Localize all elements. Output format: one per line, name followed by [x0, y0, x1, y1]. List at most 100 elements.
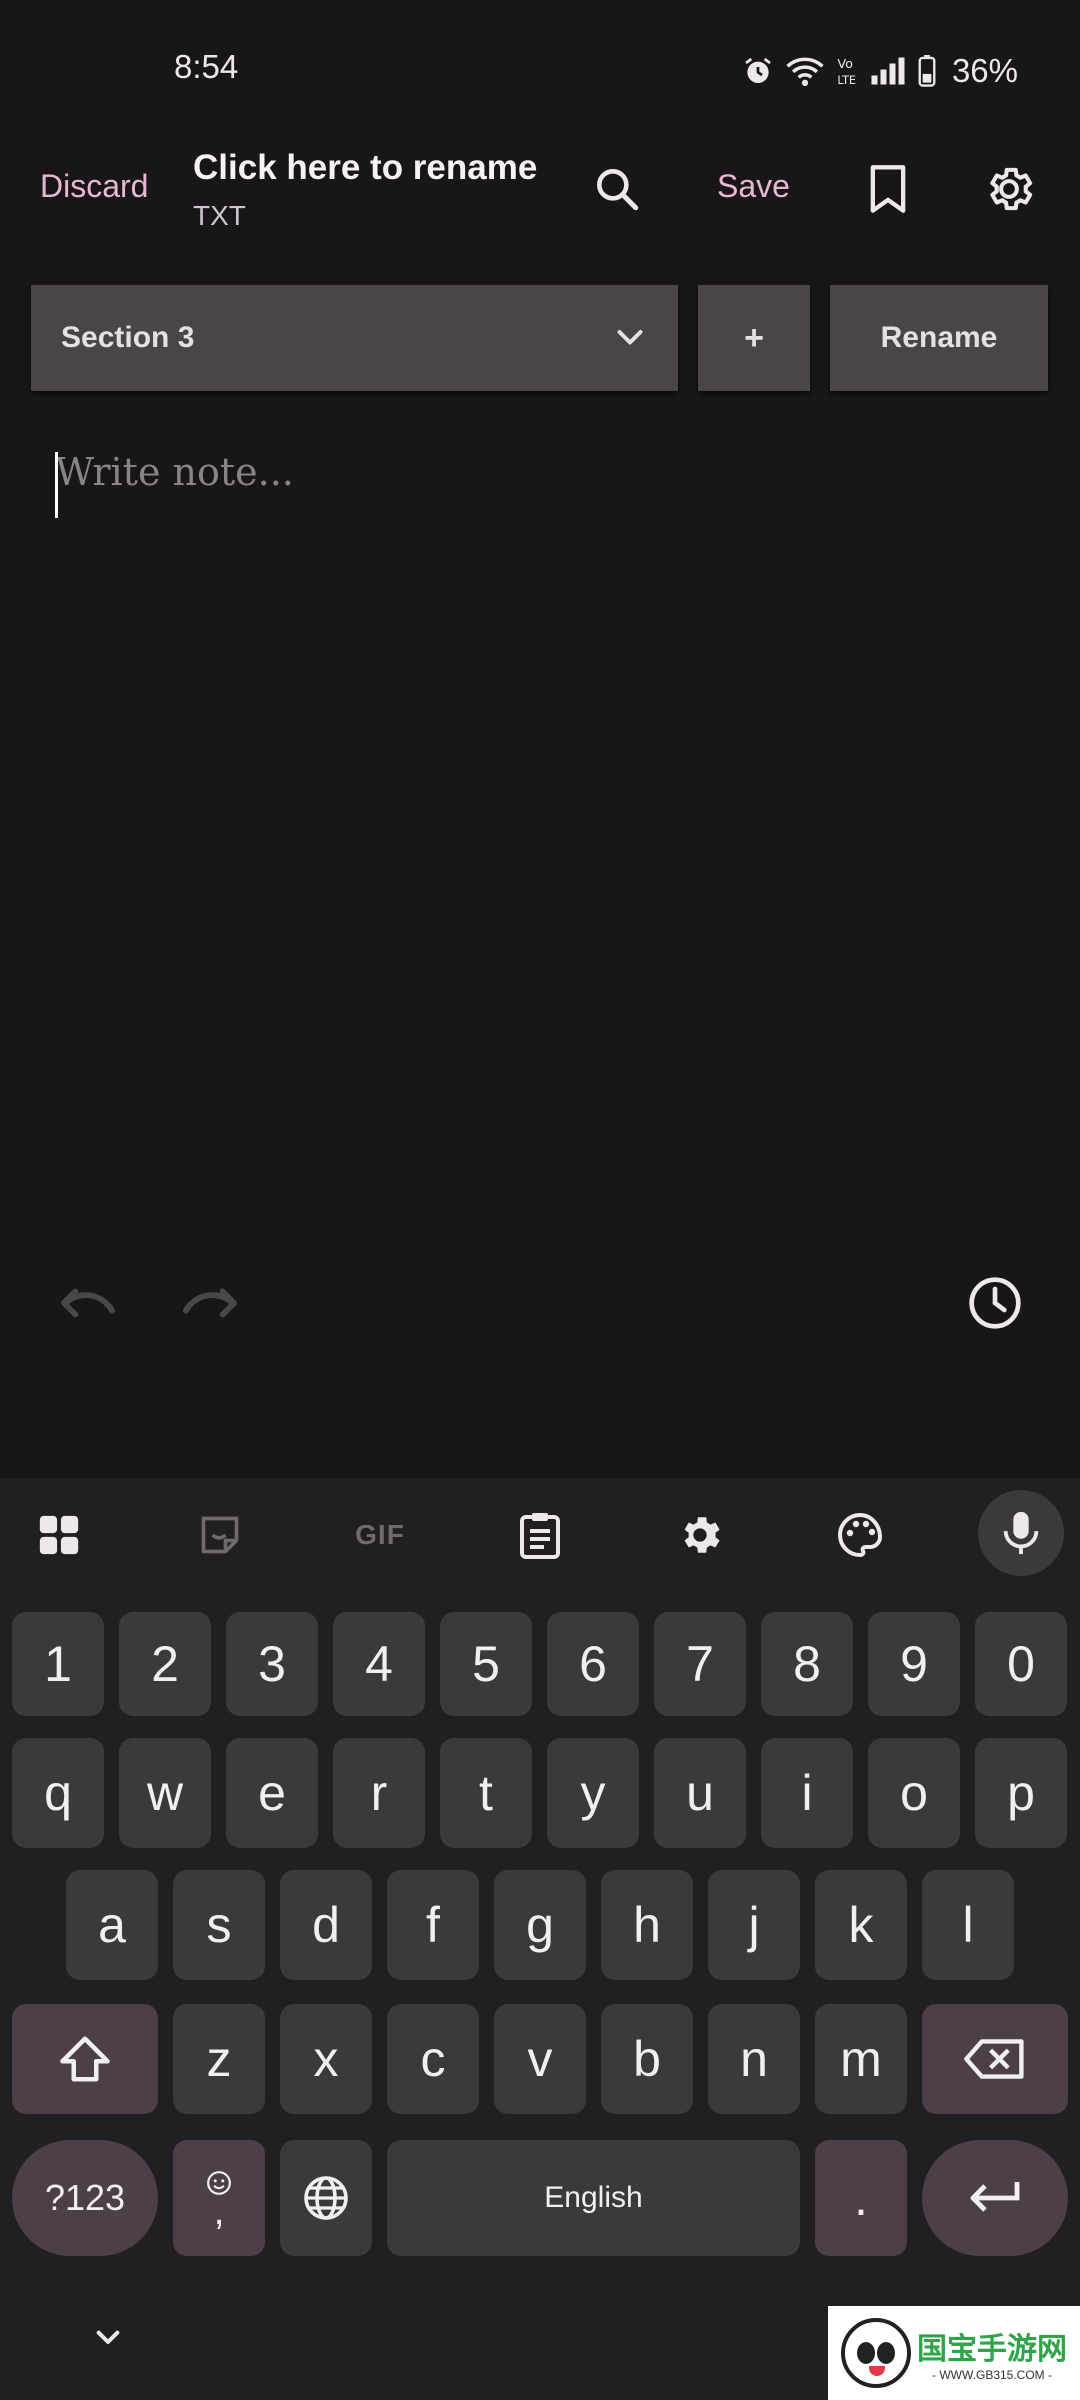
- watermark-url: - WWW.GB315.COM -: [932, 2368, 1052, 2382]
- battery-icon: [918, 55, 936, 87]
- panda-logo: [841, 2318, 911, 2388]
- key-n[interactable]: n: [708, 2004, 800, 2114]
- battery-percentage: 36%: [951, 52, 1018, 89]
- history-icon: [969, 1277, 1021, 1329]
- settings-icon: [684, 1517, 720, 1553]
- key-5[interactable]: 5: [440, 1612, 532, 1716]
- key-u[interactable]: u: [654, 1738, 746, 1848]
- signal-icon: [871, 57, 905, 85]
- key-3[interactable]: 3: [226, 1612, 318, 1716]
- backspace-icon: [964, 2039, 1024, 2079]
- settings-button[interactable]: [976, 156, 1042, 222]
- key-o[interactable]: o: [868, 1738, 960, 1848]
- hide-keyboard-button[interactable]: [88, 2318, 128, 2358]
- key-b[interactable]: b: [601, 2004, 693, 2114]
- wifi-icon: [786, 57, 824, 87]
- chevron-down-icon: [617, 330, 643, 345]
- key-w[interactable]: w: [119, 1738, 211, 1848]
- period-key[interactable]: .: [815, 2140, 907, 2256]
- bookmark-button[interactable]: [855, 156, 921, 222]
- redo-icon: [182, 1288, 238, 1318]
- key-y[interactable]: y: [547, 1738, 639, 1848]
- note-editor[interactable]: [55, 450, 1035, 1250]
- gif-button[interactable]: GIF: [345, 1500, 415, 1570]
- key-d[interactable]: d: [280, 1870, 372, 1980]
- key-j[interactable]: j: [708, 1870, 800, 1980]
- history-button[interactable]: [960, 1268, 1030, 1338]
- shift-icon: [60, 2036, 110, 2082]
- key-p[interactable]: p: [975, 1738, 1067, 1848]
- gif-icon: GIF: [355, 1519, 405, 1550]
- search-icon: [597, 169, 639, 211]
- sticker-button[interactable]: [185, 1500, 255, 1570]
- theme-button[interactable]: [825, 1500, 895, 1570]
- keyboard-toolbar: GIF: [0, 1478, 1080, 1588]
- section-dropdown[interactable]: Section 3: [31, 285, 678, 391]
- clipboard-button[interactable]: [505, 1500, 575, 1570]
- key-2[interactable]: 2: [119, 1612, 211, 1716]
- add-section-button[interactable]: +: [698, 285, 810, 391]
- key-z[interactable]: z: [173, 2004, 265, 2114]
- discard-button[interactable]: Discard: [40, 168, 148, 205]
- apps-grid-icon: [39, 1515, 79, 1555]
- section-selected: Section 3: [61, 321, 195, 354]
- mic-icon: [1003, 1511, 1039, 1555]
- emoji-comma-key[interactable]: ,: [173, 2140, 265, 2256]
- soft-keyboard: GIF 1 2 3 4 5 6 7 8 9 0 q w e r t y u i …: [0, 1478, 1080, 2400]
- status-time: 8:54: [174, 48, 239, 85]
- palette-icon: [838, 1512, 883, 1558]
- key-0[interactable]: 0: [975, 1612, 1067, 1716]
- voice-input-button[interactable]: [978, 1490, 1064, 1576]
- key-8[interactable]: 8: [761, 1612, 853, 1716]
- shift-key[interactable]: [12, 2004, 158, 2114]
- redo-button[interactable]: [176, 1270, 242, 1336]
- symbols-key[interactable]: ?123: [12, 2140, 158, 2256]
- save-button[interactable]: Save: [717, 168, 790, 205]
- clipboard-icon: [520, 1513, 560, 1559]
- key-g[interactable]: g: [494, 1870, 586, 1980]
- globe-icon: [304, 2176, 348, 2220]
- comma-label: ,: [213, 2189, 225, 2233]
- alarm-icon: [745, 57, 771, 83]
- key-q[interactable]: q: [12, 1738, 104, 1848]
- key-c[interactable]: c: [387, 2004, 479, 2114]
- key-x[interactable]: x: [280, 2004, 372, 2114]
- key-4[interactable]: 4: [333, 1612, 425, 1716]
- search-button[interactable]: [584, 156, 650, 222]
- key-k[interactable]: k: [815, 1870, 907, 1980]
- space-key[interactable]: English: [387, 2140, 800, 2256]
- key-7[interactable]: 7: [654, 1612, 746, 1716]
- key-l[interactable]: l: [922, 1870, 1014, 1980]
- rename-section-button[interactable]: Rename: [830, 285, 1048, 391]
- language-key[interactable]: [280, 2140, 372, 2256]
- note-title[interactable]: Click here to rename: [193, 148, 537, 188]
- svg-text:LTE: LTE: [837, 74, 856, 87]
- undo-icon: [60, 1288, 116, 1318]
- key-f[interactable]: f: [387, 1870, 479, 1980]
- key-r[interactable]: r: [333, 1738, 425, 1848]
- key-a[interactable]: a: [66, 1870, 158, 1980]
- backspace-key[interactable]: [922, 2004, 1068, 2114]
- watermark-title: 国宝手游网: [917, 2333, 1067, 2366]
- key-i[interactable]: i: [761, 1738, 853, 1848]
- keyboard-settings-button[interactable]: [665, 1500, 735, 1570]
- enter-key[interactable]: [922, 2140, 1068, 2256]
- key-6[interactable]: 6: [547, 1612, 639, 1716]
- key-v[interactable]: v: [494, 2004, 586, 2114]
- note-format: TXT: [193, 200, 246, 231]
- settings-icon: [990, 167, 1033, 211]
- undo-button[interactable]: [56, 1270, 122, 1336]
- key-9[interactable]: 9: [868, 1612, 960, 1716]
- svg-text:Vo: Vo: [837, 57, 853, 72]
- volte-icon: Vo LTE: [837, 57, 856, 87]
- key-h[interactable]: h: [601, 1870, 693, 1980]
- key-t[interactable]: t: [440, 1738, 532, 1848]
- key-m[interactable]: m: [815, 2004, 907, 2114]
- key-1[interactable]: 1: [12, 1612, 104, 1716]
- key-e[interactable]: e: [226, 1738, 318, 1848]
- text-cursor: [55, 452, 58, 518]
- key-s[interactable]: s: [173, 1870, 265, 1980]
- apps-grid-button[interactable]: [24, 1500, 94, 1570]
- watermark: 国宝手游网 - WWW.GB315.COM -: [828, 2306, 1080, 2400]
- chevron-down-icon: [96, 2330, 120, 2344]
